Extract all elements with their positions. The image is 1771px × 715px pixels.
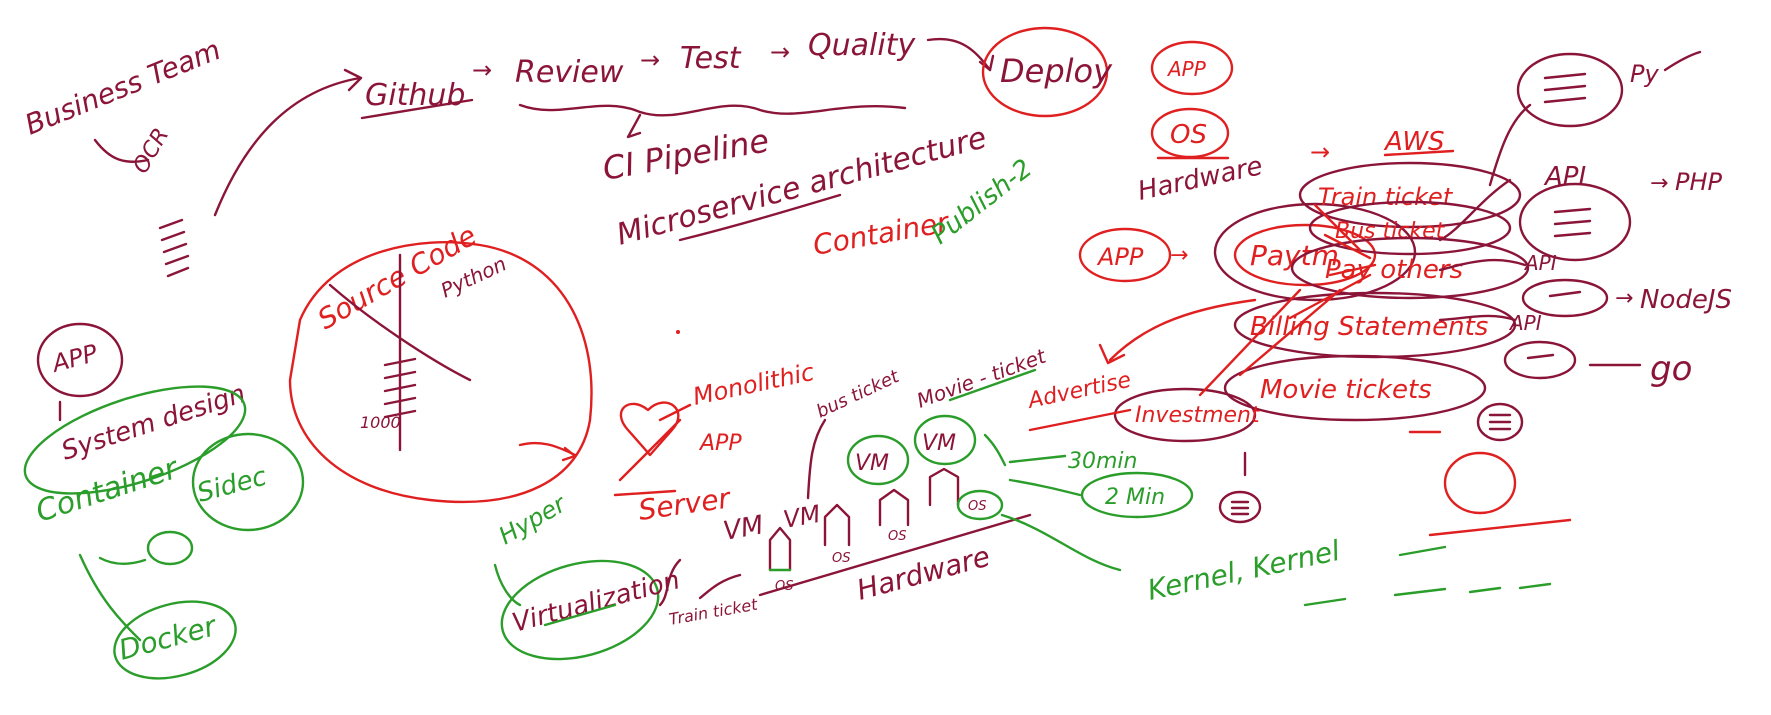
github-label: Github xyxy=(365,78,465,113)
bus-ticket-mid-label: bus ticket xyxy=(813,366,903,423)
php-lines-icon xyxy=(1553,207,1592,238)
arrow-glyph-paytm: → xyxy=(1170,243,1188,268)
app-mid-label: APP xyxy=(698,431,742,456)
quality-label: Quality xyxy=(808,28,916,63)
os-top-label: OS xyxy=(1170,120,1207,150)
go-service-circle xyxy=(1503,340,1577,380)
center-dot xyxy=(676,330,680,334)
app-left-label: APP xyxy=(47,339,101,378)
business-team-label: Business Team xyxy=(20,33,225,141)
investment-label: Investment xyxy=(1135,403,1261,428)
whiteboard: Business Team OCR Github → Review → Test… xyxy=(20,26,1732,680)
thirty-min-label: 30min xyxy=(1068,449,1137,474)
server-label: Server xyxy=(636,481,733,527)
nodejs-label: NodeJS xyxy=(1640,285,1732,315)
arrow-to-container-left xyxy=(98,556,147,566)
train-ticket-mid-label: Train ticket xyxy=(667,595,759,629)
arrow-to-deploy xyxy=(926,37,992,72)
go-lines-icon xyxy=(1526,353,1555,360)
small-green-circle xyxy=(146,530,194,566)
app-paytm-label: APP xyxy=(1096,243,1144,271)
arrow-to-kernel xyxy=(1000,513,1122,572)
wavy-brace xyxy=(518,103,907,117)
os-block-3 xyxy=(878,488,910,527)
vm-3-label: VM xyxy=(855,451,889,476)
arrow-head-advertise xyxy=(1098,343,1126,365)
api-3-label: API xyxy=(1508,311,1542,335)
right-list-lines-1 xyxy=(1488,413,1512,431)
arrow-to-30min xyxy=(1008,454,1067,464)
vm-2-label: VM xyxy=(781,500,823,534)
hardware-mid-label: Hardware xyxy=(853,540,993,607)
thousand-label: 1000 xyxy=(360,413,401,432)
kernel-label: Kernel, Kernel xyxy=(1145,534,1343,607)
os-3-label: OS xyxy=(888,529,906,544)
arrow-to-docker xyxy=(78,553,142,642)
arrow-glyph-2: → xyxy=(640,46,660,74)
os-block-4 xyxy=(928,467,960,507)
bus-ticket-tick xyxy=(806,418,827,500)
lines-icon-left xyxy=(158,218,190,278)
monolithic-label: Monolithic xyxy=(690,358,816,411)
app-mid-strike xyxy=(618,418,682,482)
py-lines-icon xyxy=(1543,72,1587,104)
right-list-lines-2 xyxy=(1230,500,1250,516)
arrow-glyph-aws: → xyxy=(1310,138,1330,166)
py-tail xyxy=(1663,50,1702,72)
arrow-to-github xyxy=(213,76,362,217)
nodejs-lines-icon xyxy=(1548,290,1582,298)
train-ticket-arrow xyxy=(698,573,742,600)
ci-pipeline-label: CI Pipeline xyxy=(600,121,772,188)
review-label: Review xyxy=(515,55,624,90)
vm-4-label: VM xyxy=(922,431,956,456)
os-block-1 xyxy=(768,526,792,572)
deploy-label: Deploy xyxy=(1000,52,1113,90)
docker-label: Docker xyxy=(115,609,221,667)
arrow-glyph-3: → xyxy=(770,38,790,66)
api-to-py-link xyxy=(1488,103,1532,187)
os-4-label: OS xyxy=(968,499,986,514)
two-min-label: 2 Min xyxy=(1105,485,1165,510)
os-block-2 xyxy=(823,503,851,547)
publish-2-label: Publish-2 xyxy=(926,154,1038,251)
arrow-glyph-php: → xyxy=(1650,171,1668,196)
train-ticket-label: Train ticket xyxy=(1318,183,1454,211)
os-2-label: OS xyxy=(832,551,850,566)
arrow-to-advertise xyxy=(1108,298,1257,362)
right-green-dashes xyxy=(1303,545,1552,607)
php-label: PHP xyxy=(1675,168,1723,196)
hardware-top-label: Hardware xyxy=(1135,151,1265,207)
test-label: Test xyxy=(680,41,742,76)
hyper-curve xyxy=(493,563,522,607)
api-2-label: API xyxy=(1523,251,1557,275)
py-label: Py xyxy=(1630,60,1659,88)
movie-tickets-label: Movie tickets xyxy=(1260,375,1432,405)
brace-pointer xyxy=(626,113,642,139)
arrow-to-2min xyxy=(1008,478,1082,497)
arrow-glyph-1: → xyxy=(472,56,492,84)
go-label: go xyxy=(1650,349,1692,389)
vm-to-time-link xyxy=(983,433,1007,467)
container-left-label: Container xyxy=(32,451,184,530)
app-top-label: APP xyxy=(1166,57,1207,81)
right-red-circle xyxy=(1443,451,1517,515)
py-service-circle xyxy=(1516,52,1624,128)
ocr-label: OCR xyxy=(129,124,175,178)
vm-1-label: VM xyxy=(721,510,766,547)
sidecar-label: Sidec xyxy=(194,462,270,509)
right-red-line xyxy=(1428,518,1572,537)
arrow-glyph-nodejs: → xyxy=(1615,286,1633,311)
